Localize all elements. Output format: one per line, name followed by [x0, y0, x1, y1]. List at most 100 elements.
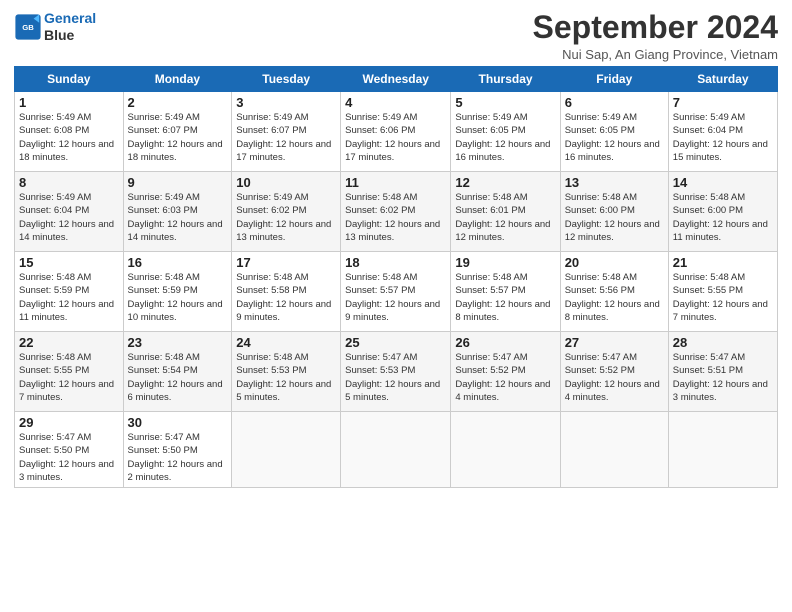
location: Nui Sap, An Giang Province, Vietnam: [533, 47, 778, 62]
day-number: 30: [128, 415, 228, 430]
day-number: 4: [345, 95, 446, 110]
day-info: Sunrise: 5:48 AM Sunset: 5:57 PM Dayligh…: [455, 272, 550, 323]
day-info: Sunrise: 5:48 AM Sunset: 5:54 PM Dayligh…: [128, 352, 223, 403]
day-info: Sunrise: 5:49 AM Sunset: 6:07 PM Dayligh…: [128, 112, 223, 163]
calendar-cell: 24 Sunrise: 5:48 AM Sunset: 5:53 PM Dayl…: [232, 332, 341, 412]
calendar-cell: [341, 412, 451, 488]
calendar-cell: 5 Sunrise: 5:49 AM Sunset: 6:05 PM Dayli…: [451, 92, 560, 172]
day-number: 6: [565, 95, 664, 110]
day-info: Sunrise: 5:47 AM Sunset: 5:53 PM Dayligh…: [345, 352, 440, 403]
day-number: 2: [128, 95, 228, 110]
logo-blue: Blue: [44, 27, 96, 44]
calendar-cell: [451, 412, 560, 488]
calendar-cell: 11 Sunrise: 5:48 AM Sunset: 6:02 PM Dayl…: [341, 172, 451, 252]
day-number: 19: [455, 255, 555, 270]
header-row: GB General Blue September 2024 Nui Sap, …: [14, 10, 778, 62]
calendar-cell: 15 Sunrise: 5:48 AM Sunset: 5:59 PM Dayl…: [15, 252, 124, 332]
day-info: Sunrise: 5:49 AM Sunset: 6:05 PM Dayligh…: [455, 112, 550, 163]
calendar-cell: 20 Sunrise: 5:48 AM Sunset: 5:56 PM Dayl…: [560, 252, 668, 332]
calendar-cell: 22 Sunrise: 5:48 AM Sunset: 5:55 PM Dayl…: [15, 332, 124, 412]
calendar-cell: 10 Sunrise: 5:49 AM Sunset: 6:02 PM Dayl…: [232, 172, 341, 252]
calendar-cell: 26 Sunrise: 5:47 AM Sunset: 5:52 PM Dayl…: [451, 332, 560, 412]
day-info: Sunrise: 5:49 AM Sunset: 6:04 PM Dayligh…: [19, 192, 114, 243]
day-info: Sunrise: 5:48 AM Sunset: 5:57 PM Dayligh…: [345, 272, 440, 323]
day-number: 23: [128, 335, 228, 350]
day-info: Sunrise: 5:48 AM Sunset: 6:00 PM Dayligh…: [673, 192, 768, 243]
day-info: Sunrise: 5:49 AM Sunset: 6:06 PM Dayligh…: [345, 112, 440, 163]
day-number: 25: [345, 335, 446, 350]
calendar-cell: 27 Sunrise: 5:47 AM Sunset: 5:52 PM Dayl…: [560, 332, 668, 412]
day-number: 22: [19, 335, 119, 350]
logo-general: General: [44, 10, 96, 26]
day-number: 8: [19, 175, 119, 190]
day-info: Sunrise: 5:49 AM Sunset: 6:05 PM Dayligh…: [565, 112, 660, 163]
calendar-cell: 8 Sunrise: 5:49 AM Sunset: 6:04 PM Dayli…: [15, 172, 124, 252]
calendar-cell: 6 Sunrise: 5:49 AM Sunset: 6:05 PM Dayli…: [560, 92, 668, 172]
logo: GB General Blue: [14, 10, 96, 44]
calendar-cell: 9 Sunrise: 5:49 AM Sunset: 6:03 PM Dayli…: [123, 172, 232, 252]
day-number: 5: [455, 95, 555, 110]
header-friday: Friday: [560, 67, 668, 92]
calendar-cell: 17 Sunrise: 5:48 AM Sunset: 5:58 PM Dayl…: [232, 252, 341, 332]
day-number: 20: [565, 255, 664, 270]
header-thursday: Thursday: [451, 67, 560, 92]
day-number: 1: [19, 95, 119, 110]
day-number: 21: [673, 255, 773, 270]
svg-text:GB: GB: [22, 23, 34, 32]
day-info: Sunrise: 5:48 AM Sunset: 5:56 PM Dayligh…: [565, 272, 660, 323]
day-info: Sunrise: 5:49 AM Sunset: 6:08 PM Dayligh…: [19, 112, 114, 163]
day-info: Sunrise: 5:47 AM Sunset: 5:51 PM Dayligh…: [673, 352, 768, 403]
calendar-cell: 29 Sunrise: 5:47 AM Sunset: 5:50 PM Dayl…: [15, 412, 124, 488]
day-number: 9: [128, 175, 228, 190]
day-number: 13: [565, 175, 664, 190]
day-info: Sunrise: 5:47 AM Sunset: 5:50 PM Dayligh…: [128, 432, 223, 483]
logo-text: General Blue: [44, 10, 96, 44]
header-wednesday: Wednesday: [341, 67, 451, 92]
day-info: Sunrise: 5:47 AM Sunset: 5:52 PM Dayligh…: [455, 352, 550, 403]
calendar-cell: 18 Sunrise: 5:48 AM Sunset: 5:57 PM Dayl…: [341, 252, 451, 332]
day-info: Sunrise: 5:47 AM Sunset: 5:50 PM Dayligh…: [19, 432, 114, 483]
day-number: 10: [236, 175, 336, 190]
day-info: Sunrise: 5:48 AM Sunset: 5:55 PM Dayligh…: [19, 352, 114, 403]
title-block: September 2024 Nui Sap, An Giang Provinc…: [533, 10, 778, 62]
header-saturday: Saturday: [668, 67, 777, 92]
calendar-table: Sunday Monday Tuesday Wednesday Thursday…: [14, 66, 778, 488]
day-number: 28: [673, 335, 773, 350]
day-number: 12: [455, 175, 555, 190]
day-info: Sunrise: 5:48 AM Sunset: 5:59 PM Dayligh…: [19, 272, 114, 323]
day-number: 18: [345, 255, 446, 270]
calendar-cell: 14 Sunrise: 5:48 AM Sunset: 6:00 PM Dayl…: [668, 172, 777, 252]
calendar-cell: [560, 412, 668, 488]
calendar-cell: [668, 412, 777, 488]
day-number: 15: [19, 255, 119, 270]
day-number: 17: [236, 255, 336, 270]
weekday-header-row: Sunday Monday Tuesday Wednesday Thursday…: [15, 67, 778, 92]
calendar-cell: 1 Sunrise: 5:49 AM Sunset: 6:08 PM Dayli…: [15, 92, 124, 172]
day-info: Sunrise: 5:49 AM Sunset: 6:04 PM Dayligh…: [673, 112, 768, 163]
day-info: Sunrise: 5:48 AM Sunset: 6:00 PM Dayligh…: [565, 192, 660, 243]
day-info: Sunrise: 5:48 AM Sunset: 6:02 PM Dayligh…: [345, 192, 440, 243]
day-number: 26: [455, 335, 555, 350]
calendar-cell: [232, 412, 341, 488]
calendar-cell: 2 Sunrise: 5:49 AM Sunset: 6:07 PM Dayli…: [123, 92, 232, 172]
calendar-cell: 3 Sunrise: 5:49 AM Sunset: 6:07 PM Dayli…: [232, 92, 341, 172]
calendar-cell: 12 Sunrise: 5:48 AM Sunset: 6:01 PM Dayl…: [451, 172, 560, 252]
day-number: 27: [565, 335, 664, 350]
calendar-cell: 13 Sunrise: 5:48 AM Sunset: 6:00 PM Dayl…: [560, 172, 668, 252]
calendar-cell: 28 Sunrise: 5:47 AM Sunset: 5:51 PM Dayl…: [668, 332, 777, 412]
day-number: 16: [128, 255, 228, 270]
calendar-cell: 21 Sunrise: 5:48 AM Sunset: 5:55 PM Dayl…: [668, 252, 777, 332]
day-info: Sunrise: 5:49 AM Sunset: 6:02 PM Dayligh…: [236, 192, 331, 243]
header-sunday: Sunday: [15, 67, 124, 92]
day-info: Sunrise: 5:48 AM Sunset: 5:59 PM Dayligh…: [128, 272, 223, 323]
day-number: 29: [19, 415, 119, 430]
logo-icon: GB: [14, 13, 42, 41]
calendar-cell: 30 Sunrise: 5:47 AM Sunset: 5:50 PM Dayl…: [123, 412, 232, 488]
month-title: September 2024: [533, 10, 778, 45]
day-number: 24: [236, 335, 336, 350]
day-info: Sunrise: 5:49 AM Sunset: 6:07 PM Dayligh…: [236, 112, 331, 163]
day-number: 14: [673, 175, 773, 190]
day-info: Sunrise: 5:48 AM Sunset: 6:01 PM Dayligh…: [455, 192, 550, 243]
day-info: Sunrise: 5:47 AM Sunset: 5:52 PM Dayligh…: [565, 352, 660, 403]
main-container: GB General Blue September 2024 Nui Sap, …: [0, 0, 792, 496]
